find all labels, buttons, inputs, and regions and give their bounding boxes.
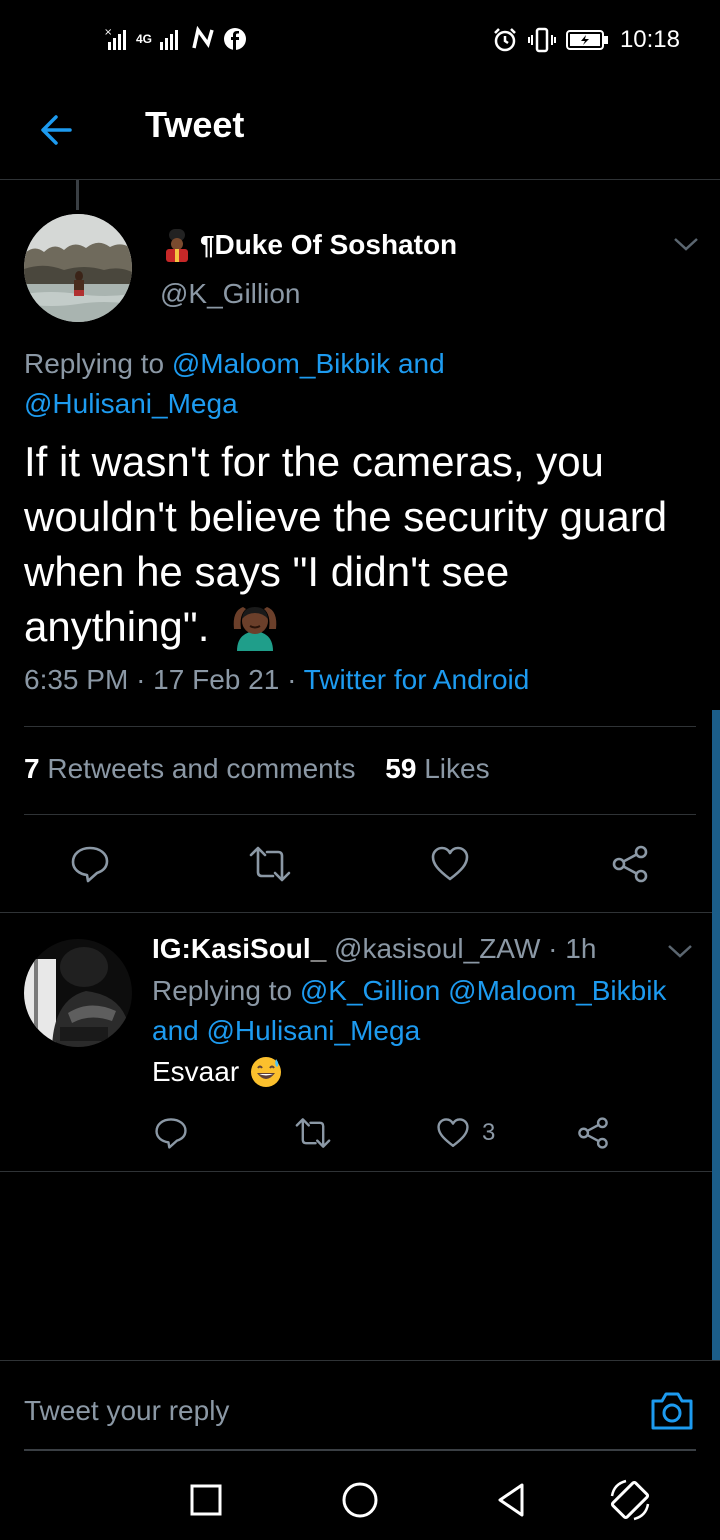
retweet-button[interactable] [248,842,292,886]
arrow-left-icon [41,115,72,145]
heart-icon [431,846,469,881]
avatar-photo [24,214,132,322]
sweat-smile-emoji-icon [251,1057,282,1087]
rotate-screen-icon [610,1479,650,1521]
reply-like-button[interactable]: 3 [436,1115,495,1151]
share-icon [612,845,648,883]
mention-hulisani[interactable]: @Hulisani_Mega [24,388,238,419]
compose-bar: Tweet your reply [0,1360,720,1452]
scrollbar[interactable] [712,710,720,1360]
camera-icon [651,1392,693,1430]
tweet-date: 17 Feb 21 [153,664,280,695]
reply-retweet-button[interactable] [294,1115,332,1151]
divider [24,814,696,815]
reply-avatar[interactable] [24,939,132,1047]
camera-button[interactable] [648,1387,696,1435]
reply-tweet[interactable]: IG:KasiSoul_ @kasisoul_ZAW · 1h Replying… [0,912,720,1172]
reply-text: Esvaar [152,1055,283,1089]
reply-author-name[interactable]: IG:KasiSoul_ [152,933,326,964]
like-button[interactable] [428,842,472,886]
share-icon [578,1117,608,1149]
likes-stat[interactable]: 59 Likes [385,753,489,784]
nfc-icon [192,26,214,49]
back-button[interactable] [32,106,80,154]
circle-icon [342,1482,378,1518]
heart-icon [437,1118,469,1147]
retweet-icon [295,1118,331,1148]
reply-share-button[interactable] [576,1115,610,1151]
guard-emoji-icon [166,229,188,262]
share-button[interactable] [608,842,652,886]
tweet-options-button[interactable] [672,234,700,254]
status-left: × 4G [104,26,248,52]
mention-k-gillion[interactable]: @K_Gillion [300,975,440,1006]
reply-like-count: 3 [482,1119,496,1146]
reply-time: 1h [565,933,597,964]
facepalm-emoji-icon [233,607,277,651]
status-bar: × 4G 10:18 [0,0,720,84]
battery-icon [565,30,608,50]
back-nav-button[interactable] [490,1478,534,1522]
vibrate-icon [527,27,556,53]
tweet-stats: 7 Retweets and comments 59 Likes [24,753,490,785]
tweet-source-link[interactable]: Twitter for Android [304,664,530,695]
retweet-icon [249,846,291,882]
tweet-actions [0,826,720,902]
author-handle[interactable]: @K_Gillion [160,278,300,310]
recents-button[interactable] [184,1478,228,1522]
reply-replying-to: Replying to @K_Gillion @Maloom_Bikbik an… [152,975,667,1046]
facebook-icon [224,28,247,50]
app-bar: Tweet [0,84,720,180]
mention-maloom[interactable]: @Maloom_Bikbik [448,975,666,1006]
system-nav-bar [0,1452,720,1540]
reply-avatar-photo [24,939,132,1047]
author-name[interactable]: ¶Duke Of Soshaton [160,228,457,262]
replying-and: and [397,348,445,379]
reply-header: IG:KasiSoul_ @kasisoul_ZAW · 1h [152,933,597,964]
triangle-back-icon [498,1483,524,1517]
chevron-down-icon [668,945,692,958]
svg-text:×: × [104,27,112,38]
alarm-icon [494,28,516,52]
chevron-down-icon [674,238,698,251]
tweet-meta: 6:35 PM · 17 Feb 21 · Twitter for Androi… [24,664,530,695]
reply-input[interactable]: Tweet your reply [24,1395,229,1427]
square-icon [190,1484,222,1516]
avatar[interactable] [24,214,132,322]
comment-icon [155,1118,187,1149]
no-signal-icon: × [104,27,126,50]
status-right: 10:18 [492,26,680,54]
network-type: 4G [136,32,153,46]
signal-icon [160,30,179,50]
comment-icon [71,846,109,883]
home-button[interactable] [338,1478,382,1522]
reply-author-handle[interactable]: @kasisoul_ZAW [334,933,540,964]
thread-connector [76,180,79,210]
author-name-text: ¶Duke Of Soshaton [200,229,458,260]
mention-hulisani[interactable]: @Hulisani_Mega [207,1015,421,1046]
reply-options-button[interactable] [666,941,694,961]
clock: 10:18 [619,26,680,53]
retweets-stat[interactable]: 7 Retweets and comments [24,753,356,784]
tweet-time: 6:35 PM [24,664,129,695]
divider [24,726,696,727]
mention-maloom[interactable]: @Maloom_Bikbik [172,348,390,379]
reply-button[interactable] [68,842,112,886]
input-underline [24,1449,696,1451]
replying-to: Replying to @Maloom_Bikbik and @Hulisani… [24,348,445,419]
page-title: Tweet [145,104,245,145]
reply-reply-button[interactable] [154,1115,188,1151]
tweet-text: If it wasn't for the cameras, you wouldn… [24,438,668,651]
rotate-button[interactable] [608,1478,652,1522]
